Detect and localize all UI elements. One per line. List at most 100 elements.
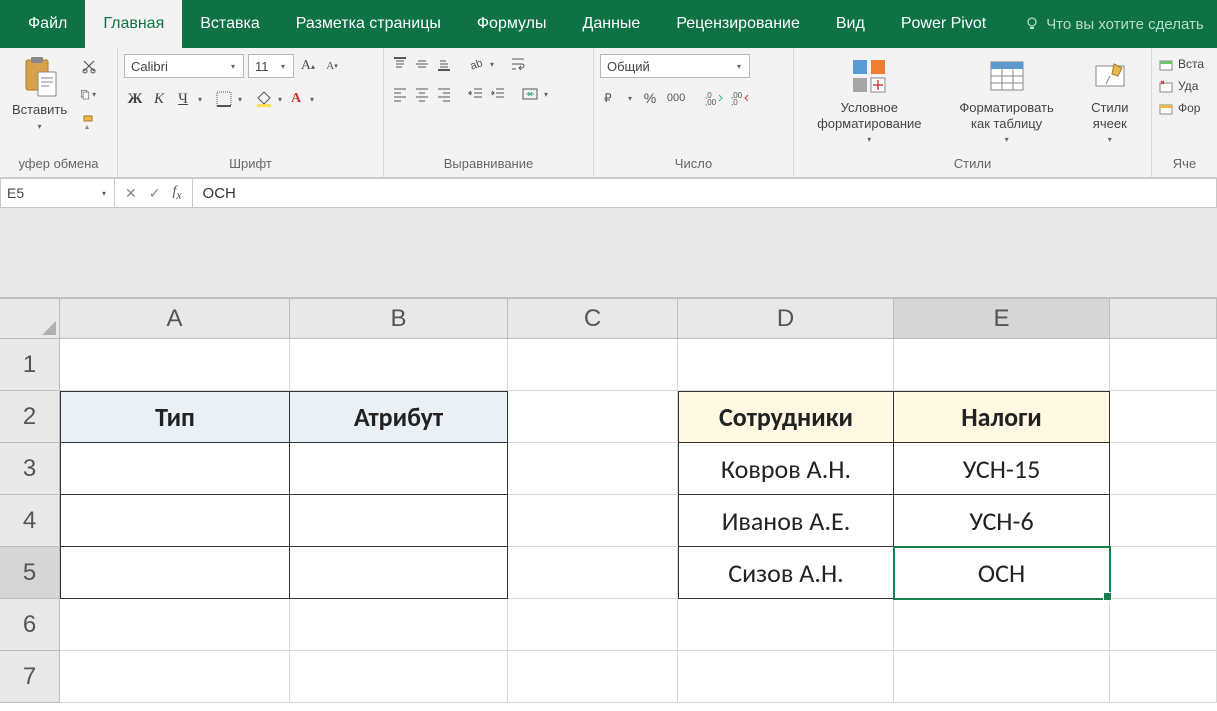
cell-B2[interactable]: Атрибут bbox=[290, 391, 508, 443]
tab-insert[interactable]: Вставка bbox=[182, 0, 277, 48]
row-header-4[interactable]: 4 bbox=[0, 495, 60, 547]
chevron-down-icon[interactable]: ▾ bbox=[196, 95, 204, 104]
font-name-select[interactable]: Calibri▾ bbox=[124, 54, 244, 78]
align-left-icon[interactable] bbox=[390, 84, 410, 104]
cell-B5[interactable] bbox=[290, 547, 508, 599]
cell-D3[interactable]: Ковров А.Н. bbox=[678, 443, 894, 495]
cell-E3[interactable]: УСН-15 bbox=[894, 443, 1110, 495]
cell-C7[interactable] bbox=[508, 651, 678, 703]
tab-page-layout[interactable]: Разметка страницы bbox=[278, 0, 459, 48]
comma-format-icon[interactable]: 000 bbox=[666, 88, 686, 108]
format-painter-icon[interactable] bbox=[79, 112, 99, 132]
chevron-down-icon[interactable]: ▾ bbox=[488, 60, 496, 69]
row-header-7[interactable]: 7 bbox=[0, 651, 60, 703]
chevron-down-icon[interactable]: ▾ bbox=[308, 95, 316, 104]
format-cells-button[interactable]: Фор bbox=[1158, 100, 1200, 116]
cell-styles-button[interactable]: Стили ячеек ▾ bbox=[1075, 52, 1145, 148]
chevron-down-icon[interactable]: ▾ bbox=[626, 94, 634, 103]
cell-A5[interactable] bbox=[60, 547, 290, 599]
increase-indent-icon[interactable] bbox=[488, 84, 508, 104]
row-header-6[interactable]: 6 bbox=[0, 599, 60, 651]
cell-C6[interactable] bbox=[508, 599, 678, 651]
align-center-icon[interactable] bbox=[412, 84, 432, 104]
accept-formula-icon[interactable]: ✓ bbox=[149, 185, 161, 202]
cell-E1[interactable] bbox=[894, 339, 1110, 391]
font-size-select[interactable]: 11▾ bbox=[248, 54, 294, 78]
fx-icon[interactable]: fx bbox=[172, 184, 181, 202]
formula-input[interactable]: ОСН bbox=[193, 178, 1217, 208]
col-header-A[interactable]: A bbox=[60, 299, 290, 339]
cell-D4[interactable]: Иванов А.Е. bbox=[678, 495, 894, 547]
format-as-table-button[interactable]: Форматировать как таблицу ▾ bbox=[945, 52, 1069, 148]
borders-icon[interactable] bbox=[214, 89, 234, 109]
cell-F3[interactable] bbox=[1110, 443, 1217, 495]
select-all-corner[interactable] bbox=[0, 299, 60, 339]
conditional-formatting-button[interactable]: Условное форматирование ▾ bbox=[800, 52, 939, 148]
decrease-indent-icon[interactable] bbox=[466, 84, 486, 104]
bold-button[interactable]: Ж bbox=[124, 88, 146, 110]
row-header-1[interactable]: 1 bbox=[0, 339, 60, 391]
decrease-decimal-icon[interactable]: ,00,0 bbox=[730, 88, 750, 108]
fill-color-icon[interactable] bbox=[254, 89, 274, 109]
cell-F6[interactable] bbox=[1110, 599, 1217, 651]
tab-view[interactable]: Вид bbox=[818, 0, 883, 48]
tab-review[interactable]: Рецензирование bbox=[658, 0, 818, 48]
row-header-3[interactable]: 3 bbox=[0, 443, 60, 495]
accounting-format-icon[interactable]: ₽ bbox=[600, 88, 620, 108]
col-header-E[interactable]: E bbox=[894, 299, 1110, 339]
cut-icon[interactable] bbox=[79, 56, 99, 76]
cell-A2[interactable]: Тип bbox=[60, 391, 290, 443]
paste-button[interactable]: Вставить ▾ bbox=[6, 52, 73, 135]
cell-E6[interactable] bbox=[894, 599, 1110, 651]
col-header-D[interactable]: D bbox=[678, 299, 894, 339]
insert-cells-button[interactable]: Вста bbox=[1158, 56, 1204, 72]
orientation-icon[interactable]: ab bbox=[466, 54, 486, 74]
decrease-font-icon[interactable]: A▾ bbox=[322, 56, 342, 76]
tab-file[interactable]: Файл bbox=[10, 0, 85, 48]
cell-C5[interactable] bbox=[508, 547, 678, 599]
align-bottom-icon[interactable] bbox=[434, 54, 454, 74]
cell-F4[interactable] bbox=[1110, 495, 1217, 547]
cell-D7[interactable] bbox=[678, 651, 894, 703]
cell-F7[interactable] bbox=[1110, 651, 1217, 703]
name-box[interactable]: E5▾ bbox=[0, 178, 115, 208]
copy-icon[interactable]: ▾ bbox=[79, 84, 99, 104]
cell-B4[interactable] bbox=[290, 495, 508, 547]
increase-decimal-icon[interactable]: ,0,00 bbox=[704, 88, 724, 108]
percent-format-icon[interactable]: % bbox=[640, 88, 660, 108]
cell-E7[interactable] bbox=[894, 651, 1110, 703]
cell-B7[interactable] bbox=[290, 651, 508, 703]
cell-D2[interactable]: Сотрудники bbox=[678, 391, 894, 443]
cell-E5[interactable]: ОСН bbox=[894, 547, 1110, 599]
row-header-2[interactable]: 2 bbox=[0, 391, 60, 443]
cell-B6[interactable] bbox=[290, 599, 508, 651]
cell-B3[interactable] bbox=[290, 443, 508, 495]
cell-C2[interactable] bbox=[508, 391, 678, 443]
align-middle-icon[interactable] bbox=[412, 54, 432, 74]
cell-C4[interactable] bbox=[508, 495, 678, 547]
cell-A6[interactable] bbox=[60, 599, 290, 651]
italic-button[interactable]: К bbox=[148, 88, 170, 110]
align-right-icon[interactable] bbox=[434, 84, 454, 104]
cell-D1[interactable] bbox=[678, 339, 894, 391]
cell-C3[interactable] bbox=[508, 443, 678, 495]
cell-C1[interactable] bbox=[508, 339, 678, 391]
chevron-down-icon[interactable]: ▾ bbox=[542, 90, 550, 99]
tab-home[interactable]: Главная bbox=[85, 0, 182, 48]
cell-D6[interactable] bbox=[678, 599, 894, 651]
cell-B1[interactable] bbox=[290, 339, 508, 391]
font-color-icon[interactable]: A bbox=[286, 89, 306, 109]
cell-F2[interactable] bbox=[1110, 391, 1217, 443]
tab-formulas[interactable]: Формулы bbox=[459, 0, 565, 48]
number-format-select[interactable]: Общий▾ bbox=[600, 54, 750, 78]
cell-A3[interactable] bbox=[60, 443, 290, 495]
cancel-formula-icon[interactable]: ✕ bbox=[125, 185, 137, 202]
col-header-F[interactable] bbox=[1110, 299, 1217, 339]
cell-A7[interactable] bbox=[60, 651, 290, 703]
col-header-B[interactable]: B bbox=[290, 299, 508, 339]
increase-font-icon[interactable]: A▴ bbox=[298, 56, 318, 76]
underline-button[interactable]: Ч bbox=[172, 88, 194, 110]
tab-powerpivot[interactable]: Power Pivot bbox=[883, 0, 1004, 48]
cell-F5[interactable] bbox=[1110, 547, 1217, 599]
cell-D5[interactable]: Сизов А.Н. bbox=[678, 547, 894, 599]
